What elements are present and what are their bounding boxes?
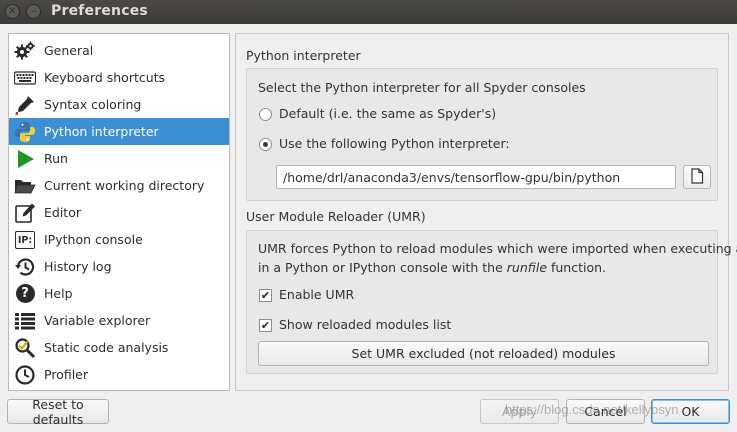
dialog-body: General Keyboard shortcuts Syntax colori… — [0, 24, 737, 432]
gears-icon — [14, 40, 36, 62]
interpreter-description: Select the Python interpreter for all Sp… — [258, 80, 586, 95]
custom-interpreter-label[interactable]: Use the following Python interpreter: — [279, 136, 510, 151]
file-icon — [690, 167, 704, 187]
table-icon — [14, 310, 36, 332]
sidebar-item-label: Keyboard shortcuts — [44, 70, 166, 85]
enable-umr-checkbox[interactable]: ✔ — [259, 289, 272, 302]
custom-interpreter-radio[interactable] — [259, 138, 272, 151]
folder-open-icon — [14, 175, 36, 197]
eyedropper-icon — [14, 94, 36, 116]
sidebar-item-keyboard-shortcuts[interactable]: Keyboard shortcuts — [9, 64, 229, 91]
sidebar-item-help[interactable]: ? Help — [9, 280, 229, 307]
sidebar-item-label: Help — [44, 286, 73, 301]
title-bar: ✕ – Preferences — [0, 0, 737, 24]
sidebar-item-editor[interactable]: Editor — [9, 199, 229, 226]
sidebar-item-static-code-analysis[interactable]: Static code analysis — [9, 334, 229, 361]
edit-icon — [14, 202, 36, 224]
umr-section-title: User Module Reloader (UMR) — [246, 209, 426, 224]
umr-group: UMR forces Python to reload modules whic… — [246, 230, 737, 374]
sidebar-item-label: Static code analysis — [44, 340, 169, 355]
history-icon — [14, 256, 36, 278]
python-icon — [14, 121, 36, 143]
default-interpreter-label[interactable]: Default (i.e. the same as Spyder's) — [279, 106, 496, 121]
preferences-sidebar: General Keyboard shortcuts Syntax colori… — [8, 33, 230, 391]
sidebar-item-current-working-directory[interactable]: Current working directory — [9, 172, 229, 199]
sidebar-item-label: Editor — [44, 205, 81, 220]
set-umr-excluded-button[interactable]: Set UMR excluded (not reloaded) modules — [258, 341, 709, 366]
sidebar-item-label: Current working directory — [44, 178, 205, 193]
minimize-window-icon[interactable]: – — [26, 4, 41, 19]
runfile-text: runfile — [506, 260, 548, 275]
window-title: Preferences — [51, 3, 148, 19]
cancel-button[interactable]: Cancel — [566, 399, 645, 424]
ok-button[interactable]: OK — [651, 399, 730, 424]
python-interpreter-group: Select the Python interpreter for all Sp… — [246, 68, 718, 201]
sidebar-item-variable-explorer[interactable]: Variable explorer — [9, 307, 229, 334]
reset-to-defaults-button[interactable]: Reset to defaults — [7, 397, 109, 427]
show-reloaded-modules-checkbox[interactable]: ✔ — [259, 319, 272, 332]
help-icon-text: ? — [15, 284, 35, 303]
sidebar-item-python-interpreter[interactable]: Python interpreter — [9, 118, 229, 145]
enable-umr-label[interactable]: Enable UMR — [279, 287, 354, 302]
play-icon — [14, 148, 36, 170]
ipython-icon: IP: — [14, 229, 36, 251]
sidebar-item-label: Profiler — [44, 367, 89, 382]
sidebar-item-label: History log — [44, 259, 112, 274]
keyboard-icon — [14, 67, 36, 89]
settings-panel: Python interpreter Select the Python int… — [235, 33, 737, 391]
sidebar-item-profiler[interactable]: Profiler — [9, 361, 229, 388]
sidebar-item-label: Run — [44, 151, 68, 166]
sidebar-item-ipython-console[interactable]: IP: IPython console — [9, 226, 229, 253]
clock-icon — [14, 364, 36, 386]
default-interpreter-radio[interactable] — [259, 108, 272, 121]
umr-description-text: in a Python or IPython console with the — [258, 260, 507, 275]
sidebar-item-label: General — [44, 43, 94, 58]
sidebar-item-run[interactable]: Run — [9, 145, 229, 172]
sidebar-item-label: Syntax coloring — [44, 97, 142, 112]
help-icon: ? — [14, 283, 36, 305]
sidebar-item-syntax-coloring[interactable]: Syntax coloring — [9, 91, 229, 118]
close-window-icon[interactable]: ✕ — [5, 4, 20, 19]
show-reloaded-modules-label[interactable]: Show reloaded modules list — [279, 317, 451, 332]
ipython-icon-text: IP: — [15, 230, 35, 249]
sidebar-item-history-log[interactable]: History log — [9, 253, 229, 280]
magnifier-check-icon — [14, 337, 36, 359]
umr-description-line2: in a Python or IPython console with the … — [258, 260, 606, 275]
python-interpreter-section-title: Python interpreter — [246, 48, 361, 63]
umr-description-suffix: function. — [547, 260, 607, 275]
umr-description-line1: UMR forces Python to reload modules whic… — [258, 241, 737, 256]
interpreter-path-input[interactable] — [276, 165, 676, 189]
browse-interpreter-button[interactable] — [683, 165, 711, 189]
sidebar-item-general[interactable]: General — [9, 37, 229, 64]
apply-button[interactable]: Apply — [480, 399, 559, 424]
sidebar-item-label: Variable explorer — [44, 313, 151, 328]
sidebar-item-label: IPython console — [44, 232, 143, 247]
sidebar-item-label: Python interpreter — [44, 124, 159, 139]
